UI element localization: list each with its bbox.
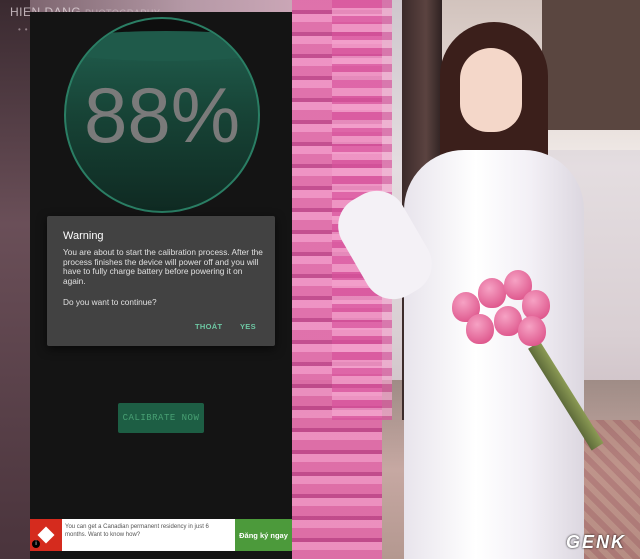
genk-logo: GENK bbox=[565, 532, 626, 552]
background-photo: GENK bbox=[292, 0, 640, 559]
photo-woman-dress bbox=[404, 150, 584, 559]
photo-woman-face bbox=[460, 48, 522, 132]
ad-signup-button[interactable]: Đăng ký ngay bbox=[235, 519, 292, 551]
battery-gauge: 88% bbox=[64, 17, 260, 213]
background-left bbox=[0, 0, 30, 559]
dialog-yes-button[interactable]: YES bbox=[240, 322, 256, 331]
battery-percent: 88% bbox=[83, 70, 241, 159]
dialog-question: Do you want to continue? bbox=[63, 297, 157, 307]
dialog-message: You are about to start the calibration p… bbox=[63, 247, 263, 286]
photo-lotus-bouquet bbox=[442, 270, 552, 350]
phone-screen: 88% CALIBRATE NOW Warning You are about … bbox=[30, 12, 292, 559]
photo-door bbox=[542, 0, 640, 130]
dialog-cancel-button[interactable]: THOÁT bbox=[195, 322, 222, 331]
calibrate-now-button[interactable]: CALIBRATE NOW bbox=[118, 403, 204, 433]
ad-banner[interactable]: i You can get a Canadian permanent resid… bbox=[30, 519, 292, 551]
warning-dialog: Warning You are about to start the calib… bbox=[47, 216, 275, 346]
phone-bottom-bar bbox=[30, 551, 292, 559]
ad-info-icon[interactable]: i bbox=[32, 540, 40, 548]
ad-text: You can get a Canadian permanent residen… bbox=[65, 524, 209, 538]
dialog-title: Warning bbox=[63, 230, 104, 242]
